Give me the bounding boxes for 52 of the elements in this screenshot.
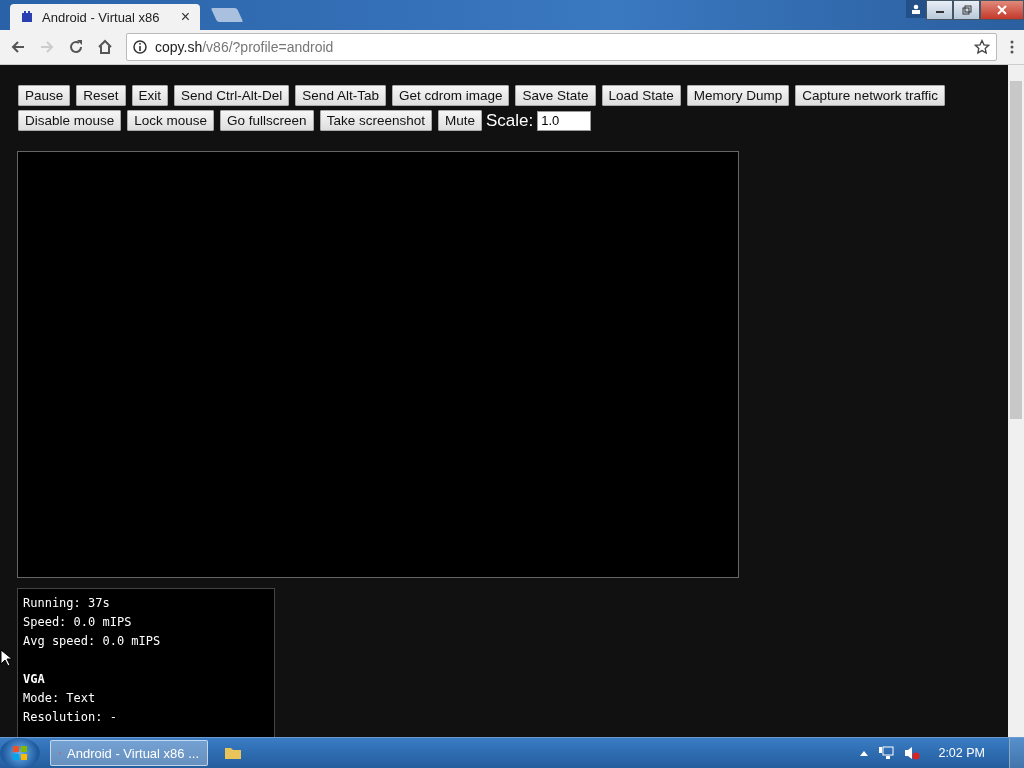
cursor-icon bbox=[0, 649, 12, 667]
emulator-button[interactable]: Mute bbox=[437, 110, 482, 131]
restore-button[interactable] bbox=[953, 0, 980, 20]
network-icon[interactable] bbox=[878, 746, 895, 760]
emulator-button[interactable]: Save State bbox=[515, 85, 596, 106]
new-tab-button[interactable] bbox=[210, 8, 244, 22]
robot-icon bbox=[20, 10, 34, 24]
scale-label: Scale: bbox=[485, 110, 534, 131]
info-text: Mode: Text bbox=[23, 691, 96, 705]
minimize-button[interactable] bbox=[926, 0, 953, 20]
restore-icon bbox=[961, 5, 972, 15]
emulator-button[interactable]: Go fullscreen bbox=[220, 110, 314, 131]
scrollbar[interactable] bbox=[1008, 65, 1024, 737]
emulator-button[interactable]: Get cdrom image bbox=[391, 85, 510, 106]
taskbar-app-title: Android - Virtual x86 ... bbox=[67, 745, 199, 761]
emulator-button[interactable]: Pause bbox=[18, 85, 71, 106]
home-icon[interactable] bbox=[97, 39, 113, 55]
tab-title: Android - Virtual x86 bbox=[42, 9, 161, 25]
star-icon[interactable] bbox=[974, 39, 990, 55]
scale-field[interactable]: 1.0 bbox=[537, 110, 592, 131]
browser-tab[interactable]: Android - Virtual x86 × bbox=[10, 4, 200, 30]
close-icon bbox=[997, 5, 1007, 15]
clock: 2:02 PM bbox=[938, 746, 985, 760]
menu-icon[interactable] bbox=[1010, 40, 1014, 54]
profile-button[interactable] bbox=[906, 0, 926, 18]
tray-arrow-icon[interactable] bbox=[860, 750, 869, 756]
emulator-button[interactable]: Reset bbox=[76, 85, 126, 106]
info-text: Avg speed: 0.0 mIPS bbox=[23, 634, 161, 648]
info-heading: VGA bbox=[23, 672, 45, 686]
close-icon[interactable]: × bbox=[180, 8, 190, 26]
emulator-button[interactable]: Disable mouse bbox=[18, 110, 122, 131]
start-button[interactable] bbox=[0, 738, 40, 768]
back-icon[interactable] bbox=[10, 39, 26, 55]
emulator-button[interactable]: Take screenshot bbox=[319, 110, 432, 131]
muted-speaker-icon[interactable] bbox=[904, 746, 921, 760]
emulator-button[interactable]: Capture network traffic bbox=[795, 85, 945, 106]
emulator-button[interactable]: Send Ctrl-Alt-Del bbox=[174, 85, 290, 106]
info-text: Speed: 0.0 mIPS bbox=[23, 615, 132, 629]
emulator-button[interactable]: Lock mouse bbox=[127, 110, 215, 131]
reload-icon[interactable] bbox=[68, 39, 84, 55]
emulator-button[interactable]: Memory Dump bbox=[686, 85, 790, 106]
person-icon bbox=[911, 4, 921, 14]
emulator-button[interactable]: Send Alt-Tab bbox=[295, 85, 386, 106]
address-bar[interactable]: copy.sh/v86/?profile=android bbox=[126, 33, 997, 61]
info-text: Resolution: - bbox=[23, 710, 117, 724]
scroll-thumb[interactable] bbox=[1010, 81, 1022, 419]
folder-icon[interactable] bbox=[224, 746, 242, 760]
info-icon bbox=[133, 40, 147, 54]
close-button[interactable] bbox=[980, 0, 1024, 20]
emulator-button[interactable]: Exit bbox=[131, 85, 169, 106]
info-text: Running: 37s bbox=[23, 596, 110, 610]
emulator-button[interactable]: Load State bbox=[601, 85, 681, 106]
